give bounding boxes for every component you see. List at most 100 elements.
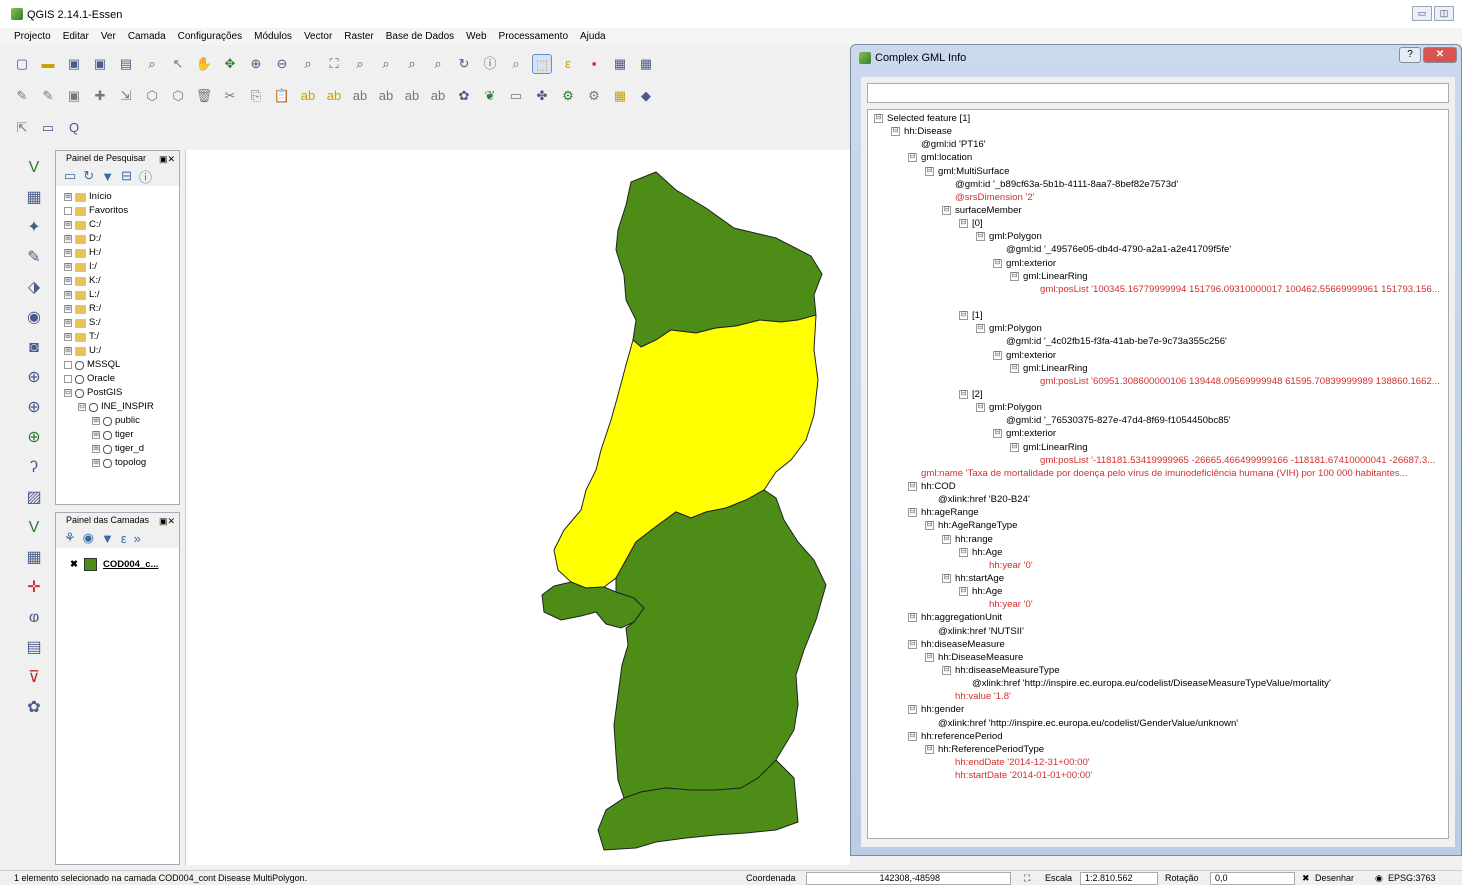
save-edits-icon[interactable]: ▣ bbox=[64, 86, 84, 106]
collapse-toggle-icon[interactable]: ⊟ bbox=[874, 114, 883, 124]
collapse-toggle-icon[interactable]: ⊟ bbox=[908, 731, 917, 741]
menu-8[interactable]: Base de Dados bbox=[386, 28, 454, 45]
gml-tree-node[interactable]: @xlink:href 'B20-B24' bbox=[874, 493, 1448, 506]
scale-field[interactable]: 1:2.810.562 bbox=[1080, 872, 1158, 885]
gml-tree-node[interactable]: ⊟ hh:COD bbox=[874, 480, 1448, 493]
deselect-icon[interactable]: ▪ bbox=[584, 54, 604, 74]
collapse-toggle-icon[interactable]: ⊟ bbox=[1010, 363, 1019, 373]
graphical-modeler-icon[interactable]: ▦ bbox=[610, 86, 630, 106]
zoom-native-icon[interactable]: ⌕ bbox=[298, 54, 318, 74]
gml-tree-node[interactable]: ⊟ hh:range bbox=[874, 533, 1448, 546]
filter-input[interactable] bbox=[867, 83, 1449, 103]
label-change-icon[interactable]: ab bbox=[428, 86, 448, 106]
attribute-table-icon[interactable]: ▦ bbox=[610, 54, 630, 74]
touch-icon[interactable]: ↖ bbox=[168, 54, 188, 74]
save-icon[interactable]: ▣ bbox=[64, 54, 84, 74]
expand-toggle-icon[interactable]: ⊞ bbox=[92, 445, 100, 453]
layer-row[interactable]: ✖ COD004_c... bbox=[70, 558, 179, 571]
gml-tree-node[interactable]: ⊟ hh:Disease bbox=[874, 125, 1448, 138]
gml-tree-node[interactable]: hh:endDate '2014-12-31+00:00' bbox=[874, 756, 1448, 769]
gml-tree-node[interactable]: ⊟ hh:gender bbox=[874, 703, 1448, 716]
gml-tree-node[interactable]: ⊟ hh:Age bbox=[874, 585, 1448, 598]
collapse-toggle-icon[interactable]: ⊟ bbox=[1010, 442, 1019, 452]
gml-tree-node[interactable]: ⊟ Selected feature [1] bbox=[874, 112, 1448, 125]
menu-0[interactable]: Projecto bbox=[14, 28, 51, 45]
add-virtual-layer-icon[interactable]: ▨ bbox=[23, 488, 45, 510]
browser-item[interactable]: ⊞ R:/ bbox=[64, 302, 179, 316]
collapse-toggle-icon[interactable]: ⊟ bbox=[925, 652, 934, 662]
crs-status[interactable]: EPSG:3763 bbox=[1388, 873, 1436, 883]
gml-tree-node[interactable]: gml:posList '100345.16779999994 151796.0… bbox=[874, 283, 1448, 296]
current-edits-icon[interactable]: ✎ bbox=[12, 86, 32, 106]
expand-toggle-icon[interactable]: ⊞ bbox=[64, 249, 72, 257]
browser-item[interactable]: ⊟ PostGIS bbox=[64, 386, 179, 400]
menu-7[interactable]: Raster bbox=[344, 28, 373, 45]
collapse-toggle-icon[interactable]: ⊟ bbox=[908, 508, 917, 518]
expand-toggle-icon[interactable]: ⊟ bbox=[78, 403, 86, 411]
collapse-toggle-icon[interactable]: ⊟ bbox=[959, 587, 968, 597]
select-features-icon[interactable]: ⬚ bbox=[532, 54, 552, 74]
coordinate-field[interactable]: 142308,-48598 bbox=[806, 872, 1011, 885]
browser-item[interactable]: ⊞ T:/ bbox=[64, 330, 179, 344]
browser-item[interactable]: ⊞ K:/ bbox=[64, 274, 179, 288]
expand-toggle-icon[interactable]: ⊞ bbox=[64, 347, 72, 355]
menu-5[interactable]: Módulos bbox=[254, 28, 292, 45]
gml-tree-node[interactable]: ⊟ gml:Polygon bbox=[874, 322, 1448, 335]
expand-toggle-icon[interactable]: ⊞ bbox=[64, 319, 72, 327]
expand-toggle-icon[interactable]: ⊟ bbox=[64, 389, 72, 397]
gml-tree-node[interactable]: ⊟ hh:startAge bbox=[874, 572, 1448, 585]
collapse-toggle-icon[interactable]: ⊟ bbox=[908, 153, 917, 163]
csw-icon[interactable]: ▭ bbox=[506, 86, 526, 106]
new-temporary-layer-icon[interactable]: ⱷ bbox=[23, 608, 45, 630]
gml-tree-node[interactable]: ⊟ gml:Polygon bbox=[874, 230, 1448, 243]
expand-toggle-icon[interactable]: ⊞ bbox=[64, 221, 72, 229]
collapse-toggle-icon[interactable]: ⊟ bbox=[959, 390, 968, 400]
close-button[interactable]: ✕ bbox=[1423, 47, 1457, 63]
new-spatialite-icon[interactable]: ▦ bbox=[23, 548, 45, 570]
collapse-toggle-icon[interactable]: ⊟ bbox=[891, 127, 900, 137]
gml-tree-node[interactable]: ⊟ [1] bbox=[874, 309, 1448, 322]
gml-tree-node[interactable]: hh:year '0' bbox=[874, 559, 1448, 572]
add-postgis-layer-icon[interactable]: ✦ bbox=[23, 218, 45, 240]
browser-item[interactable]: Oracle bbox=[64, 372, 179, 386]
new-shapefile-icon[interactable]: V bbox=[23, 518, 45, 540]
browser-item[interactable]: Favoritos bbox=[64, 204, 179, 218]
pan-hand-icon[interactable]: ✋ bbox=[194, 54, 214, 74]
collapse-toggle-icon[interactable]: ⊟ bbox=[993, 258, 1002, 268]
gml-tree-node[interactable]: ⊟ gml:MultiSurface bbox=[874, 165, 1448, 178]
expand-toggle-icon[interactable]: ⊞ bbox=[64, 235, 72, 243]
collapse-toggle-icon[interactable]: ⊟ bbox=[959, 547, 968, 557]
expand-toggle-icon[interactable]: ⊞ bbox=[64, 193, 72, 201]
panel-float-close-icon[interactable]: ▣✕ bbox=[159, 152, 175, 167]
render-checkbox[interactable]: ✖ bbox=[1302, 873, 1310, 884]
label-move-icon[interactable]: ab bbox=[376, 86, 396, 106]
label-show-icon[interactable]: ab bbox=[350, 86, 370, 106]
gml-tree-node[interactable]: ⊟ [2] bbox=[874, 388, 1448, 401]
collapse-toggle-icon[interactable]: ⊟ bbox=[908, 705, 917, 715]
expand-toggle-icon[interactable] bbox=[64, 361, 72, 369]
gps-icon[interactable]: ✛ bbox=[23, 578, 45, 600]
gml-tree-node[interactable]: gml:posList '-118181.53419999965 -26665.… bbox=[874, 454, 1448, 467]
python-console-icon[interactable]: ✤ bbox=[532, 86, 552, 106]
help-button[interactable]: ? bbox=[1399, 47, 1421, 63]
rotation-field[interactable]: 0,0 bbox=[1210, 872, 1295, 885]
identify-dropdown-icon[interactable]: ⌕ bbox=[506, 54, 526, 74]
expand-toggle-icon[interactable]: ⊞ bbox=[92, 431, 100, 439]
gml-tree-node[interactable]: @gml:id '_b89cf63a-5b1b-4111-8aa7-8bef82… bbox=[874, 178, 1448, 191]
add-wcs-layer-icon[interactable]: ⊕ bbox=[23, 398, 45, 420]
add-oracle-layer-icon[interactable]: ◉ bbox=[23, 308, 45, 330]
gml-tree-node[interactable]: ⊟ gml:LinearRing bbox=[874, 441, 1448, 454]
paste-icon[interactable]: 📋 bbox=[272, 86, 292, 106]
toggle-editing-icon[interactable]: ✎ bbox=[38, 86, 58, 106]
gml-tree-node[interactable]: @srsDimension '2' bbox=[874, 191, 1448, 204]
delete-selected-icon[interactable]: 🗑 bbox=[194, 86, 214, 106]
collapse-toggle-icon[interactable]: ⊟ bbox=[942, 665, 951, 675]
info-icon[interactable]: ⓘ bbox=[139, 167, 152, 186]
expand-toggle-icon[interactable]: ⊞ bbox=[64, 263, 72, 271]
map-canvas[interactable] bbox=[185, 150, 850, 865]
gml-tree-node[interactable]: gml:name 'Taxa de mortalidade por doença… bbox=[874, 467, 1448, 480]
expression-filter-icon[interactable]: ε bbox=[121, 531, 127, 546]
add-feature-icon[interactable]: ✚ bbox=[90, 86, 110, 106]
gml-tree-node[interactable]: @gml:id 'PT16' bbox=[874, 138, 1448, 151]
gml-loader-icon[interactable]: ▭ bbox=[38, 118, 58, 138]
